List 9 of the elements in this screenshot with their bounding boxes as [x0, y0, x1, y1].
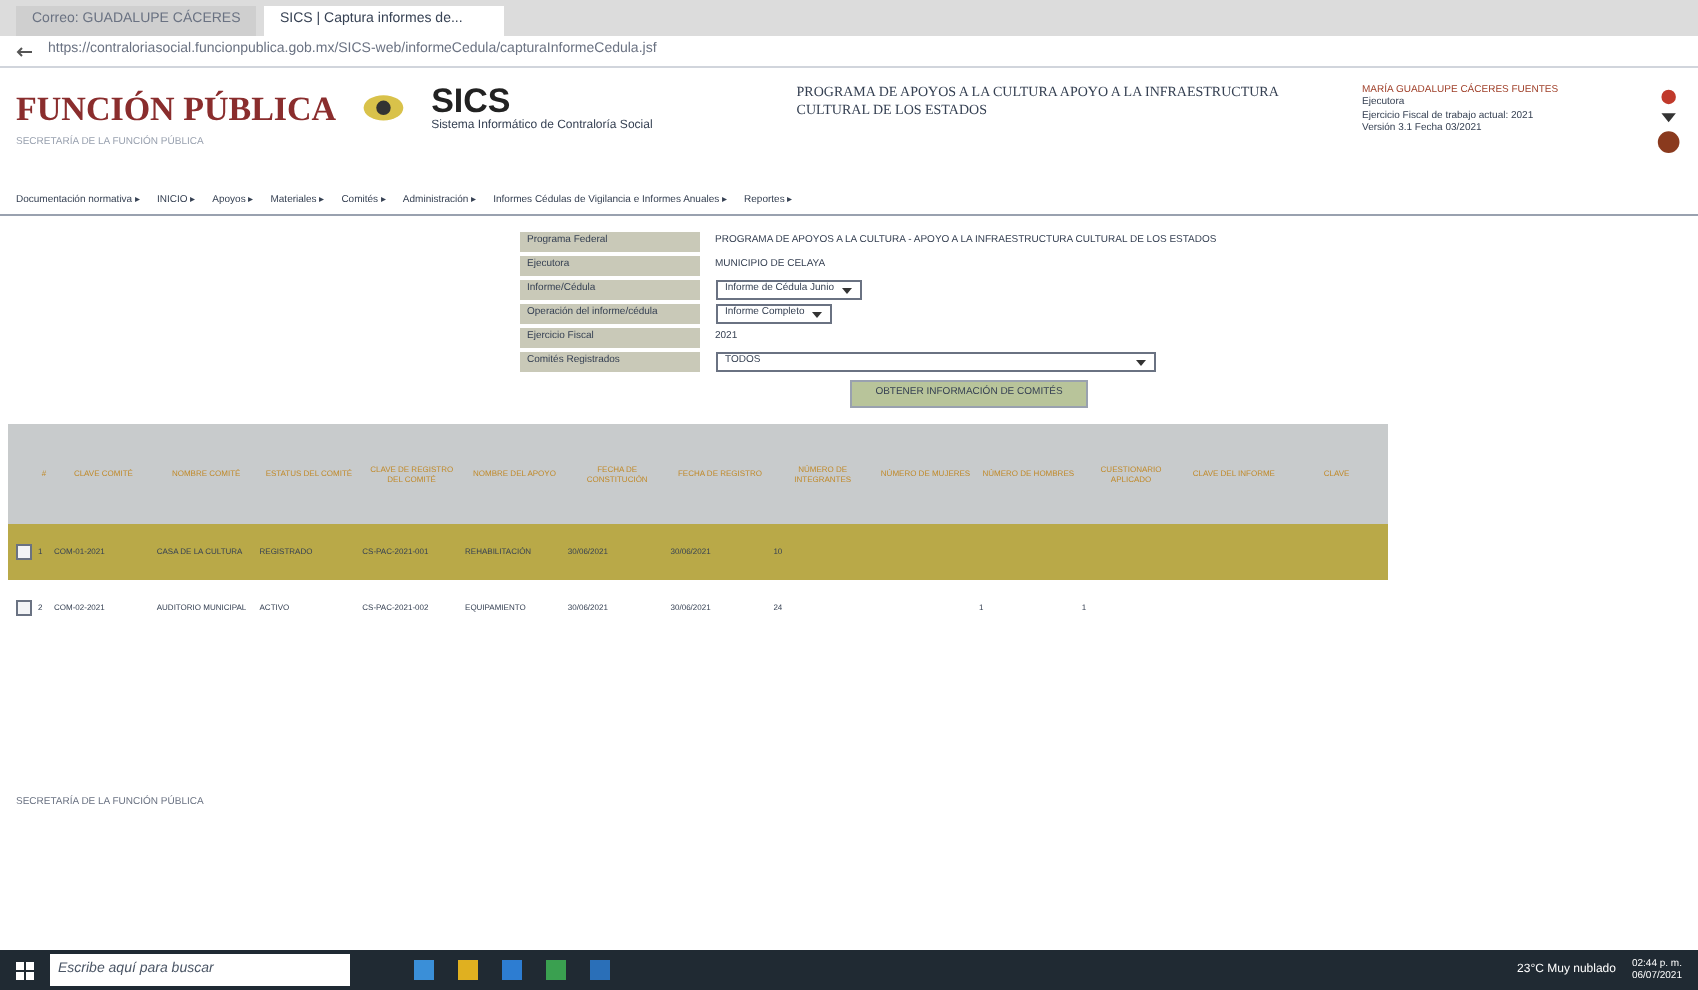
- app-logo: SICS: [431, 84, 511, 118]
- windows-logo-icon[interactable]: [16, 961, 34, 979]
- caret-icon: [812, 311, 823, 317]
- caret-icon: [1135, 359, 1145, 365]
- brand-logo: FUNCIÓN PÚBLICA: [16, 88, 337, 132]
- caret-icon: [841, 287, 852, 293]
- row-checkbox[interactable]: [16, 543, 32, 559]
- back-icon[interactable]: [16, 45, 32, 57]
- row-checkbox[interactable]: [16, 599, 32, 615]
